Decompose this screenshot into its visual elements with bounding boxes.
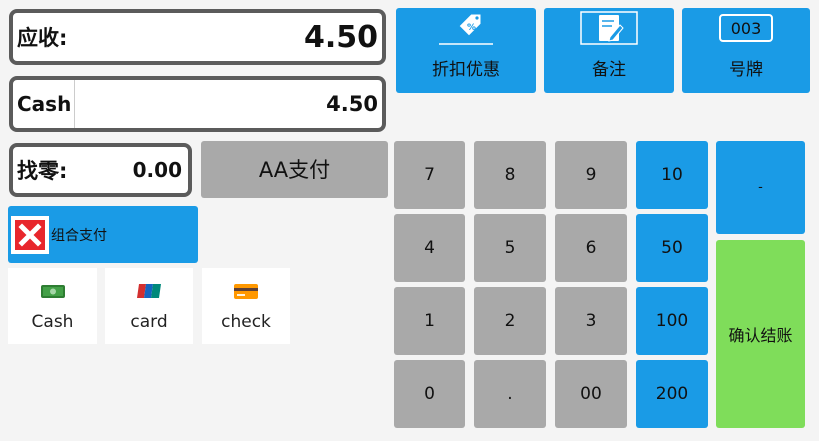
- key-00[interactable]: 00: [555, 360, 627, 428]
- change-field: 找零: 0.00: [9, 143, 192, 197]
- cash-field[interactable]: Cash 4.50: [9, 76, 386, 132]
- key-100[interactable]: 100: [636, 287, 708, 355]
- receivable-label: 应收:: [17, 26, 68, 50]
- combo-pay-label: 组合支付: [51, 227, 107, 244]
- payment-method-label: card: [130, 312, 168, 332]
- change-value: 0.00: [132, 158, 182, 182]
- key-8[interactable]: 8: [474, 141, 546, 209]
- key-1[interactable]: 1: [394, 287, 465, 355]
- note-label: 备注: [592, 60, 626, 80]
- confirm-checkout-button[interactable]: 确认结账: [716, 240, 805, 428]
- key-200[interactable]: 200: [636, 360, 708, 428]
- key-2[interactable]: 2: [474, 287, 546, 355]
- receivable-value: 4.50: [303, 19, 378, 55]
- credit-card-icon: [234, 284, 258, 299]
- payment-method-label: check: [221, 312, 271, 332]
- key-10[interactable]: 10: [636, 141, 708, 209]
- key-dot[interactable]: .: [474, 360, 546, 428]
- key-9[interactable]: 9: [555, 141, 627, 209]
- change-label: 找零:: [17, 159, 68, 183]
- payment-method-label: Cash: [31, 312, 74, 332]
- key-4[interactable]: 4: [394, 214, 465, 282]
- payment-method-cash[interactable]: Cash: [8, 268, 97, 344]
- aa-pay-button[interactable]: AA支付: [201, 141, 388, 198]
- price-tag-icon: %: [437, 11, 495, 45]
- plate-button[interactable]: 003 号牌: [682, 8, 810, 93]
- payment-method-card[interactable]: card: [105, 268, 193, 344]
- discount-label: 折扣优惠: [432, 60, 500, 80]
- key-3[interactable]: 3: [555, 287, 627, 355]
- key-7[interactable]: 7: [394, 141, 465, 209]
- note-edit-icon: [580, 11, 638, 45]
- combo-pay-bar[interactable]: 组合支付: [8, 206, 198, 263]
- payment-method-check[interactable]: check: [202, 268, 290, 344]
- cash-label: Cash: [17, 80, 76, 128]
- key-6[interactable]: 6: [555, 214, 627, 282]
- discount-button[interactable]: % 折扣优惠: [396, 8, 536, 93]
- key-5[interactable]: 5: [474, 214, 546, 282]
- aa-pay-label: AA支付: [258, 158, 331, 182]
- number-plate-icon: 003: [717, 11, 775, 45]
- minus-key[interactable]: -: [716, 141, 805, 234]
- cash-icon: [40, 285, 65, 298]
- plate-icon-text: 003: [719, 14, 773, 42]
- cash-value: 4.50: [326, 92, 378, 116]
- plate-label: 号牌: [729, 60, 763, 80]
- svg-text:%: %: [467, 23, 476, 33]
- key-0[interactable]: 0: [394, 360, 465, 428]
- close-icon[interactable]: [11, 215, 49, 254]
- note-button[interactable]: 备注: [544, 8, 674, 93]
- key-50[interactable]: 50: [636, 214, 708, 282]
- receivable-field: 应收: 4.50: [9, 9, 386, 65]
- unionpay-card-icon: [137, 284, 161, 298]
